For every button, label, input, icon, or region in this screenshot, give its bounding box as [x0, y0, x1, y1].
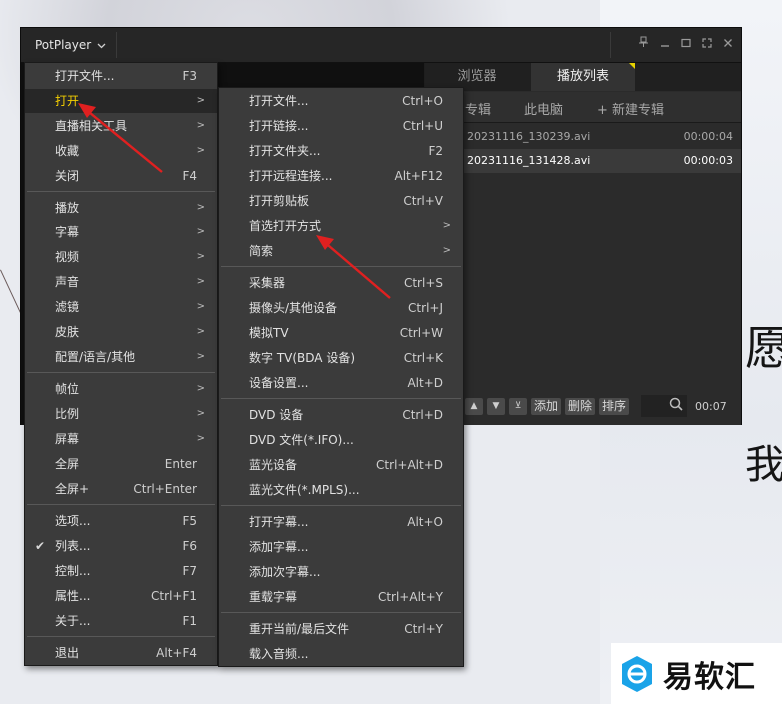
- watermark-logo: 易软汇: [611, 643, 782, 704]
- arrow-to-preferred-open: [316, 235, 391, 299]
- watermark-text: 易软汇: [663, 659, 756, 695]
- annotation-arrows: [78, 103, 391, 299]
- logo-mark-icon: [622, 655, 652, 692]
- arrow-to-open-menu: [78, 103, 163, 173]
